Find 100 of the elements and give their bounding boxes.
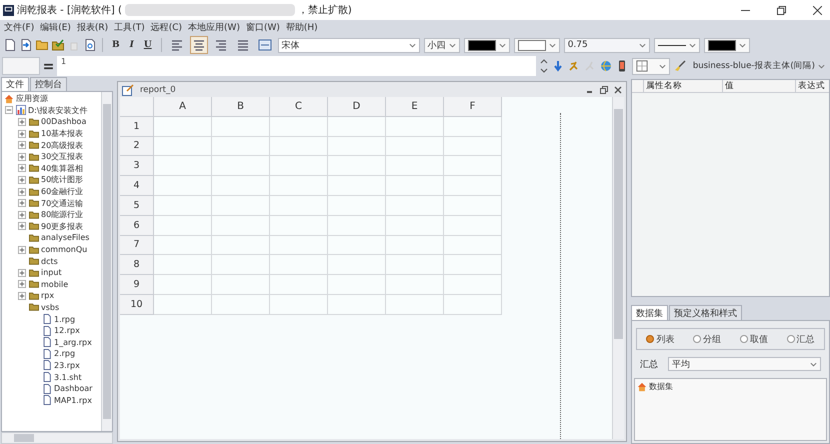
text-color-dropdown[interactable]	[464, 38, 510, 52]
grid-cell[interactable]	[270, 156, 328, 176]
grid-cell[interactable]	[386, 196, 444, 216]
grid-cell[interactable]	[212, 255, 270, 276]
border-dropdown[interactable]	[632, 58, 670, 74]
tree-item[interactable]: 80能源行业	[41, 209, 84, 220]
grid-cell[interactable]	[154, 156, 212, 176]
grid-cell[interactable]	[212, 275, 270, 295]
tree-item[interactable]: MAP1.rpx	[54, 396, 92, 405]
tree-item[interactable]: 40集算器相	[41, 162, 84, 174]
grid-cell[interactable]	[386, 116, 444, 137]
grid-cell[interactable]	[444, 156, 502, 176]
panel-tab[interactable]: 控制台	[30, 77, 67, 91]
row-header[interactable]: 4	[120, 176, 154, 196]
folder-icon[interactable]	[36, 39, 48, 51]
grid-cell[interactable]	[328, 216, 386, 236]
close-icon[interactable]	[813, 6, 822, 14]
grid-cell[interactable]	[386, 236, 444, 256]
grid-cell[interactable]	[444, 275, 502, 295]
row-header[interactable]: 6	[120, 216, 154, 236]
row-header[interactable]: 3	[120, 156, 154, 176]
formula-field[interactable]: 1	[57, 56, 536, 76]
format-button[interactable]: I	[126, 40, 137, 50]
grid-cell[interactable]	[212, 136, 270, 156]
line-style-dropdown[interactable]	[654, 38, 700, 52]
grid-cell[interactable]	[328, 275, 386, 295]
grid-cell[interactable]	[386, 136, 444, 156]
vertical-scrollbar[interactable]	[101, 92, 112, 431]
grid-cell[interactable]	[270, 216, 328, 236]
row-header[interactable]: 1	[120, 116, 154, 137]
restore-icon[interactable]	[600, 86, 608, 94]
grid-cell[interactable]	[154, 136, 212, 156]
column-header[interactable]: C	[270, 97, 328, 117]
menu-item[interactable]: 窗口(W)	[246, 21, 280, 34]
grid-cell[interactable]	[444, 236, 502, 256]
grid-cell[interactable]	[154, 275, 212, 295]
background-color-dropdown[interactable]	[514, 38, 560, 52]
tree-item[interactable]: 12.rpx	[54, 326, 80, 336]
grid-cell[interactable]	[328, 294, 386, 315]
summary-dropdown[interactable]: 平均	[668, 357, 821, 371]
tree-item[interactable]: 2.rpg	[54, 349, 76, 358]
grid-cell[interactable]	[386, 294, 444, 315]
format-button[interactable]: B	[109, 40, 123, 50]
font-dropdown[interactable]: 宋体	[278, 38, 420, 52]
tree-item[interactable]: 1_arg.rpx	[54, 338, 92, 347]
tree-item[interactable]: 60金融行业	[41, 186, 84, 198]
column-header[interactable]: 值	[723, 80, 796, 92]
menu-item[interactable]: 文件(F)	[4, 21, 34, 34]
expand-icon[interactable]	[18, 246, 26, 254]
row-header[interactable]: 8	[120, 255, 154, 276]
grid-cell[interactable]	[328, 116, 386, 137]
collapse-icon[interactable]	[5, 106, 13, 114]
align-icon[interactable]	[190, 36, 208, 54]
row-header[interactable]: 10	[120, 294, 154, 315]
tree-item[interactable]: vsbs	[41, 302, 60, 312]
expand-icon[interactable]	[18, 199, 26, 208]
expand-icon[interactable]	[18, 280, 26, 288]
grid-cell[interactable]	[386, 176, 444, 196]
down-arrow-icon[interactable]	[552, 60, 564, 72]
format-button[interactable]: U	[140, 40, 155, 50]
column-header[interactable]: 表达式	[796, 80, 829, 92]
menu-item[interactable]: 本地应用(W)	[188, 21, 240, 34]
grid-cell[interactable]	[328, 136, 386, 156]
grid-cell[interactable]	[386, 216, 444, 236]
grid-cell[interactable]	[154, 196, 212, 216]
grid-cell[interactable]	[444, 255, 502, 276]
tree-item[interactable]: 20高级报表	[41, 140, 84, 151]
mode-radio[interactable]: 取值	[740, 332, 768, 346]
expand-icon[interactable]	[18, 268, 26, 277]
grid-cell[interactable]	[328, 156, 386, 176]
tree-item[interactable]: 数据集	[649, 381, 673, 392]
line-width-dropdown[interactable]: 0.75	[564, 38, 650, 52]
equals-icon[interactable]	[44, 62, 53, 70]
column-header[interactable]: A	[154, 97, 212, 117]
column-header[interactable]: D	[328, 97, 386, 117]
grid-cell[interactable]	[444, 216, 502, 236]
style-dropdown[interactable]: business-blue-报表主体(间隔)	[690, 58, 828, 74]
row-header[interactable]: 9	[120, 275, 154, 295]
grid-cell[interactable]	[212, 156, 270, 176]
expand-icon[interactable]	[18, 152, 26, 161]
tree-item[interactable]: 23.rpx	[54, 360, 80, 370]
grid-cell[interactable]	[212, 216, 270, 236]
new-file-icon[interactable]	[4, 39, 16, 51]
expand-icon[interactable]	[18, 130, 26, 138]
panel-tab[interactable]: 数据集	[631, 305, 668, 320]
grid-cell[interactable]	[154, 255, 212, 276]
grid-cell[interactable]	[270, 116, 328, 137]
column-header[interactable]: F	[444, 97, 502, 117]
expand-icon[interactable]	[18, 176, 26, 184]
menu-item[interactable]: 远程(C)	[150, 21, 182, 34]
grid-cell[interactable]	[328, 196, 386, 216]
grid-cell[interactable]	[444, 294, 502, 315]
grid-cell[interactable]	[386, 255, 444, 276]
vertical-scrollbar[interactable]	[612, 97, 624, 439]
mode-radio[interactable]: 列表	[646, 332, 674, 346]
line-color-dropdown[interactable]	[704, 38, 750, 52]
horizontal-scrollbar[interactable]	[1, 432, 113, 444]
grid-cell[interactable]	[154, 116, 212, 137]
expand-icon[interactable]	[18, 118, 26, 126]
preview-icon[interactable]	[84, 39, 96, 51]
